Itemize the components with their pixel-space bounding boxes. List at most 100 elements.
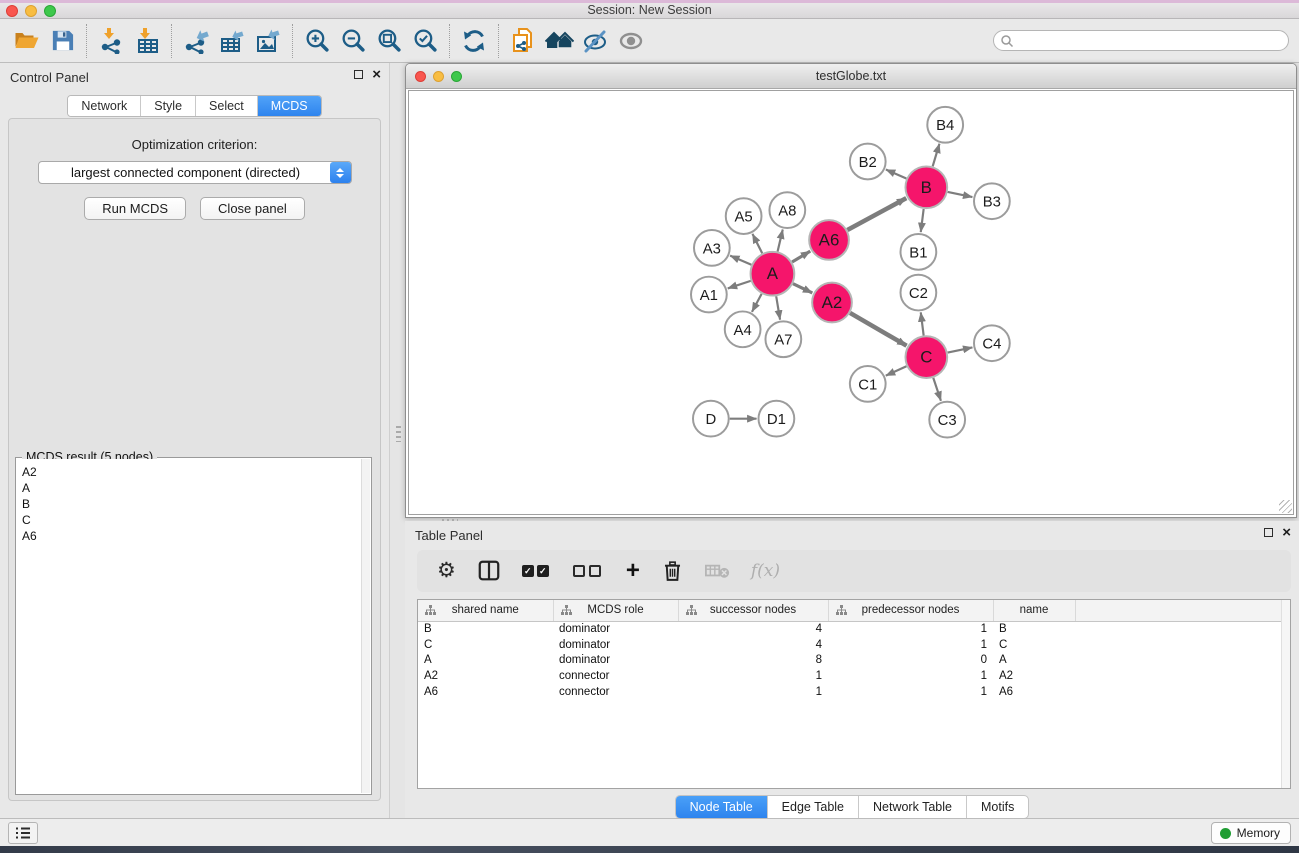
cybrowser-home-button[interactable] bbox=[541, 24, 577, 58]
search-box[interactable] bbox=[993, 30, 1289, 51]
export-image-button[interactable] bbox=[250, 24, 286, 58]
split-divider-handle[interactable] bbox=[396, 426, 401, 442]
delete-row-icon[interactable] bbox=[661, 559, 684, 583]
graph-edge-A-A1[interactable] bbox=[728, 281, 751, 289]
table-row[interactable]: A2connector11A2 bbox=[418, 668, 1290, 684]
graph-edge-C-C2[interactable] bbox=[921, 312, 924, 335]
tab-node-table[interactable]: Node Table bbox=[676, 796, 767, 818]
table-cell[interactable]: A6 bbox=[418, 684, 553, 700]
graph-edge-A-A2[interactable] bbox=[793, 284, 812, 293]
table-cell[interactable]: dominator bbox=[553, 621, 678, 637]
table-cell[interactable]: 4 bbox=[678, 621, 828, 637]
table-cell[interactable]: C bbox=[993, 637, 1075, 653]
table-cell[interactable]: dominator bbox=[553, 652, 678, 668]
table-cell[interactable]: B bbox=[993, 621, 1075, 637]
graph-edge-A-A8[interactable] bbox=[778, 230, 783, 252]
export-network-button[interactable] bbox=[178, 24, 214, 58]
copy-network-button[interactable] bbox=[505, 24, 541, 58]
run-mcds-button[interactable]: Run MCDS bbox=[84, 197, 186, 220]
table-cell[interactable]: A2 bbox=[993, 668, 1075, 684]
column-header-shared-name[interactable]: shared name bbox=[418, 600, 553, 621]
tab-motifs[interactable]: Motifs bbox=[966, 796, 1028, 818]
table-row[interactable]: A6connector11A6 bbox=[418, 684, 1290, 700]
tab-mcds[interactable]: MCDS bbox=[257, 96, 321, 116]
tab-style[interactable]: Style bbox=[140, 96, 195, 116]
mcds-result-list[interactable]: A2 A B C A6 bbox=[17, 459, 370, 793]
add-row-icon[interactable]: + bbox=[626, 561, 640, 581]
save-session-button[interactable] bbox=[44, 24, 80, 58]
list-item[interactable]: A bbox=[17, 480, 370, 496]
table-cell[interactable]: A bbox=[418, 652, 553, 668]
network-canvas[interactable]: B4B2BB3A5A8A6B1A3AA1C2A2A4A7C4CC1C3DD1 bbox=[408, 90, 1294, 515]
table-cell[interactable]: A bbox=[993, 652, 1075, 668]
list-item[interactable]: C bbox=[17, 512, 370, 528]
tab-select[interactable]: Select bbox=[195, 96, 257, 116]
table-cell[interactable]: 1 bbox=[828, 668, 993, 684]
table-cell[interactable]: C bbox=[418, 637, 553, 653]
float-panel-icon[interactable] bbox=[354, 70, 363, 79]
list-scrollbar[interactable] bbox=[361, 459, 370, 793]
hide-annotations-button[interactable] bbox=[577, 24, 613, 58]
apply-layout-button[interactable] bbox=[456, 24, 492, 58]
graph-edge-C-C1[interactable] bbox=[886, 366, 907, 375]
close-panel-icon[interactable]: × bbox=[372, 70, 381, 79]
table-cell[interactable]: 1 bbox=[678, 668, 828, 684]
tab-network[interactable]: Network bbox=[68, 96, 140, 116]
export-table-button[interactable] bbox=[214, 24, 250, 58]
graph-edge-A-A7[interactable] bbox=[776, 296, 780, 319]
zoom-fit-button[interactable] bbox=[371, 24, 407, 58]
column-selector-icon[interactable] bbox=[477, 559, 501, 583]
graph-edge-A6-B[interactable] bbox=[847, 198, 906, 230]
graph-edge-A2-C[interactable] bbox=[850, 313, 906, 346]
close-panel-icon[interactable]: × bbox=[1282, 528, 1291, 537]
graph-edge-B-B1[interactable] bbox=[921, 209, 924, 232]
graph-edge-A-A6[interactable] bbox=[792, 251, 810, 262]
select-all-icon[interactable]: ✓✓ bbox=[522, 565, 552, 577]
table-cell[interactable]: connector bbox=[553, 684, 678, 700]
graph-edge-A-A4[interactable] bbox=[752, 294, 762, 312]
zoom-in-button[interactable] bbox=[299, 24, 335, 58]
table-cell[interactable]: 0 bbox=[828, 652, 993, 668]
deselect-all-icon[interactable] bbox=[573, 565, 605, 577]
table-cell[interactable]: 1 bbox=[678, 684, 828, 700]
graph-edge-C-C3[interactable] bbox=[933, 378, 941, 401]
import-table-button[interactable] bbox=[129, 24, 165, 58]
optimization-select[interactable]: largest connected component (directed) bbox=[38, 161, 352, 184]
search-input[interactable] bbox=[1014, 32, 1288, 49]
zoom-out-button[interactable] bbox=[335, 24, 371, 58]
gear-icon[interactable]: ⚙ bbox=[437, 561, 456, 581]
table-scrollbar[interactable] bbox=[1281, 600, 1290, 788]
import-network-button[interactable] bbox=[93, 24, 129, 58]
list-item[interactable]: A2 bbox=[17, 464, 370, 480]
column-header-mcds-role[interactable]: MCDS role bbox=[553, 600, 678, 621]
table-cell[interactable]: 8 bbox=[678, 652, 828, 668]
column-header-successor-nodes[interactable]: successor nodes bbox=[678, 600, 828, 621]
show-task-history-button[interactable] bbox=[8, 822, 38, 844]
list-item[interactable]: B bbox=[17, 496, 370, 512]
graph-edge-B-B2[interactable] bbox=[886, 170, 906, 179]
close-panel-button[interactable]: Close panel bbox=[200, 197, 305, 220]
open-file-button[interactable] bbox=[8, 24, 44, 58]
graph-edge-A-A3[interactable] bbox=[730, 256, 751, 265]
table-cell[interactable]: 1 bbox=[828, 637, 993, 653]
network-canvas-svg[interactable]: B4B2BB3A5A8A6B1A3AA1C2A2A4A7C4CC1C3DD1 bbox=[409, 91, 1293, 514]
graph-edge-C-C4[interactable] bbox=[948, 347, 973, 352]
resize-grip-icon[interactable] bbox=[1279, 500, 1292, 513]
graph-edge-A-A5[interactable] bbox=[752, 234, 762, 253]
graph-edge-B-B4[interactable] bbox=[933, 144, 940, 167]
table-cell[interactable]: dominator bbox=[553, 637, 678, 653]
table-cell[interactable]: 4 bbox=[678, 637, 828, 653]
column-header-name[interactable]: name bbox=[993, 600, 1075, 621]
table-row[interactable]: Adominator80A bbox=[418, 652, 1290, 668]
float-panel-icon[interactable] bbox=[1264, 528, 1273, 537]
zoom-selected-button[interactable] bbox=[407, 24, 443, 58]
column-header-predecessor-nodes[interactable]: predecessor nodes bbox=[828, 600, 993, 621]
network-frame-titlebar[interactable]: testGlobe.txt bbox=[406, 64, 1296, 89]
table-row[interactable]: Cdominator41C bbox=[418, 637, 1290, 653]
table-cell[interactable]: B bbox=[418, 621, 553, 637]
table-cell[interactable]: A6 bbox=[993, 684, 1075, 700]
table-cell[interactable]: 1 bbox=[828, 621, 993, 637]
tab-edge-table[interactable]: Edge Table bbox=[767, 796, 858, 818]
table-cell[interactable]: A2 bbox=[418, 668, 553, 684]
memory-button[interactable]: Memory bbox=[1211, 822, 1291, 844]
